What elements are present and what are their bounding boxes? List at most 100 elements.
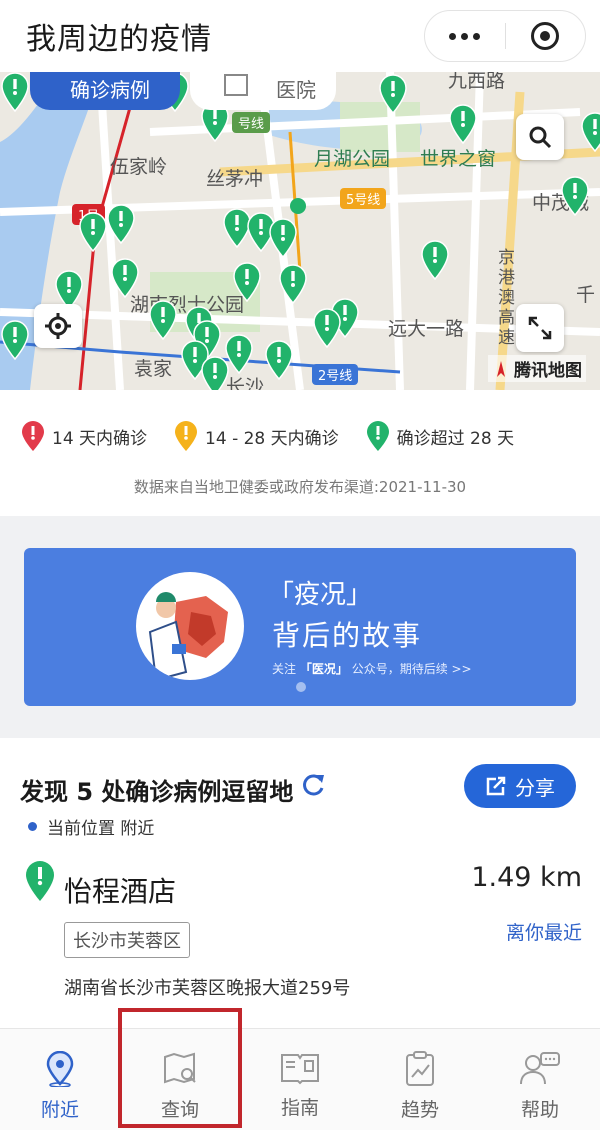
refresh-icon[interactable] [300, 772, 326, 798]
share-icon [486, 776, 506, 796]
banner-note-highlight: 「医况」 [299, 662, 348, 676]
mini-program-capsule [424, 10, 586, 62]
current-location: 当前位置 附近 [28, 814, 154, 839]
story-banner[interactable]: 「疫况」 背后的故事 关注 「医况」 公众号，期待后续 >> [24, 548, 576, 706]
tab-confirmed-cases[interactable]: 确诊病例 [30, 72, 180, 110]
case-pin-icon[interactable] [580, 112, 600, 152]
doctor-map-illustration [148, 592, 228, 680]
nav-help[interactable]: 帮助 [480, 1029, 600, 1130]
book-icon [281, 1054, 319, 1085]
page-title: 我周边的疫情 [26, 22, 212, 57]
metro-line-badge: 5号线 [340, 188, 387, 209]
case-pin-icon[interactable] [268, 218, 298, 258]
case-pin-icon[interactable] [232, 262, 262, 302]
crosshair-icon [45, 313, 71, 339]
map-search-button[interactable] [516, 114, 564, 160]
nav-label: 附近 [40, 1099, 79, 1121]
banner-title: 「疫况」 [268, 580, 373, 610]
yellow-pin-icon [175, 421, 198, 451]
green-pin-icon [26, 861, 54, 901]
highlight-box [118, 1008, 242, 1128]
share-button[interactable]: 分享 [464, 764, 576, 808]
case-pin-icon[interactable] [378, 74, 408, 114]
close-button[interactable] [506, 22, 586, 50]
location-dot-icon [28, 822, 37, 831]
map-label: 世界之窗 [420, 148, 497, 170]
banner-note: 关注 「医况」 公众号，期待后续 >> [272, 660, 472, 677]
case-pin-icon[interactable] [200, 356, 230, 390]
tab-label: 医院 [276, 77, 316, 102]
carousel-indicator [296, 682, 306, 692]
red-pin-icon [22, 421, 44, 451]
metro-line-badge: 号线 [232, 112, 271, 133]
nearest-tag: 离你最近 [505, 922, 582, 944]
map-label: 伍家岭 [110, 156, 168, 178]
cases-title: 发现 5 处确诊病例逗留地 [20, 778, 294, 806]
nav-label: 帮助 [520, 1099, 559, 1121]
nav-nearby[interactable]: 附近 [0, 1029, 120, 1130]
map-locate-button[interactable] [34, 304, 82, 348]
metro-line-badge: 2号线 [312, 364, 359, 385]
nav-label: 指南 [280, 1097, 319, 1119]
location-pin-icon [46, 1051, 74, 1087]
legend-item-yellow: 14 - 28 天内确诊 [173, 420, 339, 452]
map-label: 京港澳高速 [498, 248, 515, 348]
nav-guide[interactable]: 指南 [240, 1029, 360, 1130]
case-pin-icon[interactable] [78, 212, 108, 252]
target-close-icon [531, 22, 560, 50]
chat-person-icon [520, 1052, 560, 1085]
more-icon[interactable] [425, 32, 505, 40]
case-pin-icon[interactable] [110, 258, 140, 298]
legend-row: 14 天内确诊 14 - 28 天内确诊 确诊超过 28 天 [20, 420, 514, 452]
map-label: 袁家 [134, 358, 173, 380]
map-label: 长沙 [226, 376, 265, 390]
banner-subtitle: 背后的故事 [272, 619, 423, 652]
legend-item-green: 确诊超过 28 天 [365, 420, 514, 452]
case-pin-icon[interactable] [0, 320, 30, 360]
map-logo-text: 腾讯地图 [514, 361, 582, 381]
banner-section: 「疫况」 背后的故事 关注 「医况」 公众号，期待后续 >> [0, 516, 600, 738]
tab-hospitals[interactable]: 医院 [190, 72, 336, 110]
banner-note-prefix: 关注 [272, 662, 297, 676]
map-view[interactable]: 伍家岭 丝茅冲 月湖公园 世界之窗 中茂城 湖南烈士公园 远大一路 袁家 京港澳… [0, 72, 600, 390]
nav-trend[interactable]: 趋势 [360, 1029, 480, 1130]
tencent-map-logo: 腾讯地图 [488, 355, 586, 382]
share-label: 分享 [515, 775, 555, 800]
map-label: 月湖公园 [314, 148, 391, 170]
bottom-nav: 附近 查询 指南 趋势 帮助 [0, 1028, 600, 1130]
map-label: 千 [576, 284, 596, 306]
banner-note-suffix: 公众号，期待后续 >> [351, 662, 472, 676]
legend-label: 14 天内确诊 [52, 428, 148, 449]
banner-illustration [136, 572, 244, 680]
expand-icon [528, 316, 552, 340]
place-address: 湖南省长沙市芙蓉区晚报大道259号 [64, 978, 351, 999]
map-label: 远大一路 [388, 318, 465, 340]
case-pin-icon[interactable] [106, 204, 136, 244]
case-pin-icon[interactable] [278, 264, 308, 304]
nav-label: 趋势 [400, 1099, 439, 1121]
place-distance: 1.49 km [471, 862, 582, 893]
case-pin-icon[interactable] [312, 308, 342, 348]
compass-icon [497, 360, 505, 377]
header-bar: 我周边的疫情 [0, 0, 600, 72]
legend-label: 确诊超过 28 天 [396, 428, 515, 449]
clipboard-chart-icon [406, 1051, 434, 1086]
case-pin-icon[interactable] [0, 72, 30, 112]
current-location-text: 当前位置 附近 [47, 819, 155, 839]
case-pin-icon[interactable] [148, 300, 178, 340]
district-tag: 长沙市芙蓉区 [64, 922, 190, 958]
legend-label: 14 - 28 天内确诊 [205, 428, 339, 449]
tab-label: 确诊病例 [70, 77, 150, 102]
legend-item-red: 14 天内确诊 [20, 420, 147, 452]
case-location-card: 发现 5 处确诊病例逗留地 分享 当前位置 附近 怡程酒店 1.49 km 长沙… [0, 738, 600, 1028]
map-label: 九西路 [448, 72, 506, 92]
search-icon [529, 126, 552, 149]
case-pin-icon[interactable] [420, 240, 450, 280]
data-source-note: 数据来自当地卫健委或政府发布渠道:2021-11-30 [133, 478, 467, 496]
map-expand-button[interactable] [516, 304, 564, 352]
hospital-icon [224, 74, 248, 96]
case-pin-icon[interactable] [560, 176, 590, 216]
case-pin-icon[interactable] [264, 340, 294, 380]
place-name[interactable]: 怡程酒店 [64, 870, 176, 910]
case-pin-icon[interactable] [448, 104, 478, 144]
